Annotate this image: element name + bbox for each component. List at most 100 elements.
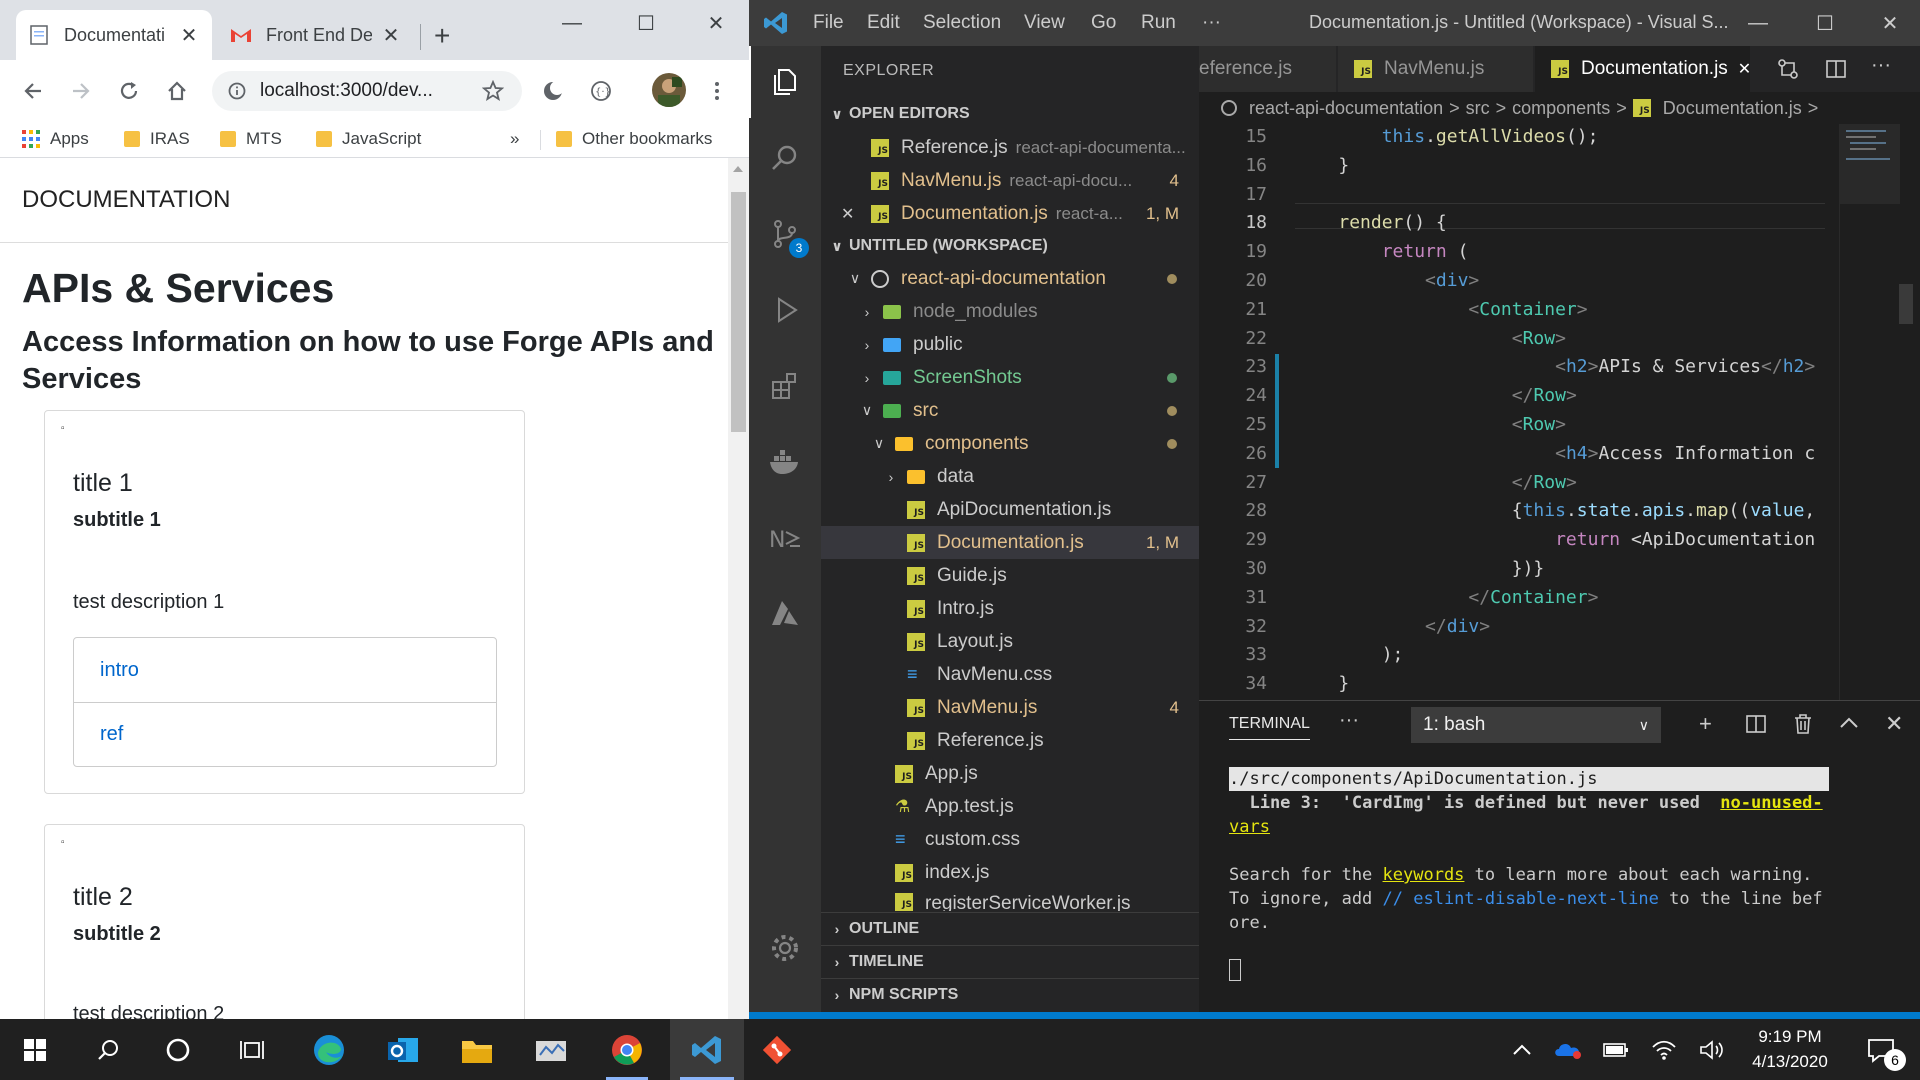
breadcrumb-item[interactable]: Documentation.js <box>1663 98 1802 119</box>
tree-root-folder[interactable]: ∨ react-api-documentation <box>821 262 1199 295</box>
close-panel-icon[interactable]: ✕ <box>1885 711 1903 737</box>
terminal-output[interactable]: ./src/components/ApiDocumentation.js Lin… <box>1229 767 1829 981</box>
address-bar[interactable]: localhost:3000/dev... <box>212 71 522 111</box>
tree-folder-components[interactable]: ∨ components <box>821 427 1199 460</box>
close-tab-icon[interactable]: ✕ <box>178 23 200 48</box>
volume-icon[interactable] <box>1694 1019 1730 1080</box>
extensions-icon[interactable] <box>749 350 821 422</box>
tree-file[interactable]: JS NavMenu.js 4 <box>821 691 1199 724</box>
git-app-icon[interactable] <box>746 1019 808 1080</box>
close-window-button[interactable]: ✕ <box>685 0 747 46</box>
bookmarks-overflow-button[interactable]: » <box>510 129 519 149</box>
page-scrollbar[interactable] <box>728 158 749 1019</box>
other-bookmarks[interactable]: Other bookmarks <box>556 129 712 149</box>
workspace-section[interactable]: ∨ UNTITLED (WORKSPACE) <box>821 230 1199 262</box>
chrome-tab-gmail[interactable]: Front End De ✕ <box>218 10 414 60</box>
close-icon[interactable]: ✕ <box>841 204 871 224</box>
task-view-icon[interactable] <box>222 1019 282 1080</box>
tree-file[interactable]: JS ApiDocumentation.js <box>821 493 1199 526</box>
tree-file[interactable]: JS Layout.js <box>821 625 1199 658</box>
new-terminal-icon[interactable]: + <box>1699 711 1712 737</box>
tree-file[interactable]: ≡ custom.css <box>821 823 1199 856</box>
tree-file[interactable]: JS index.js <box>821 856 1199 889</box>
tab-documentation[interactable]: JS Documentation.js ✕ <box>1535 46 1751 92</box>
app-icon[interactable] <box>520 1019 582 1080</box>
tab-navmenu[interactable]: JS NavMenu.js <box>1338 46 1534 92</box>
chevron-up-icon[interactable] <box>1504 1019 1540 1080</box>
intro-link[interactable]: intro <box>74 638 496 702</box>
new-tab-button[interactable]: + <box>434 22 450 50</box>
tree-file[interactable]: JS Reference.js <box>821 724 1199 757</box>
explorer-icon[interactable] <box>749 46 821 118</box>
cortana-icon[interactable] <box>148 1019 208 1080</box>
tree-folder-screenshots[interactable]: › ScreenShots <box>821 361 1199 394</box>
source-control-icon[interactable]: 3 <box>749 198 821 270</box>
nx-console-icon[interactable]: N <box>749 502 821 574</box>
tree-file[interactable]: JS App.js <box>821 757 1199 790</box>
battery-icon[interactable] <box>1598 1019 1634 1080</box>
notifications-icon[interactable]: 6 <box>1856 1019 1906 1080</box>
minimize-button[interactable]: — <box>1727 0 1789 46</box>
extension-icon[interactable]: {·} <box>586 76 616 106</box>
run-debug-icon[interactable] <box>749 274 821 346</box>
menu-selection[interactable]: Selection <box>923 12 1001 34</box>
docker-icon[interactable] <box>749 426 821 498</box>
bookmark-javascript[interactable]: JavaScript <box>316 129 421 149</box>
breadcrumb-item[interactable]: src <box>1466 98 1490 119</box>
outline-section[interactable]: › OUTLINE <box>821 912 1199 944</box>
settings-gear-icon[interactable] <box>749 912 821 984</box>
tree-folder-public[interactable]: › public <box>821 328 1199 361</box>
open-editor-item[interactable]: JS Reference.js react-api-documenta... <box>821 131 1199 164</box>
menu-go[interactable]: Go <box>1091 12 1116 34</box>
tree-file[interactable]: ⚗ App.test.js <box>821 790 1199 823</box>
bookmark-star-icon[interactable] <box>478 76 508 106</box>
close-window-button[interactable]: ✕ <box>1859 0 1920 46</box>
outlook-icon[interactable] <box>372 1019 434 1080</box>
clock[interactable]: 9:19 PM 4/13/2020 <box>1740 1024 1840 1074</box>
open-changes-icon[interactable] <box>1777 58 1799 80</box>
timeline-section[interactable]: › TIMELINE <box>821 945 1199 977</box>
windows-start-icon[interactable] <box>0 1019 70 1080</box>
bookmark-iras[interactable]: IRAS <box>124 129 190 149</box>
chrome-taskbar-icon[interactable] <box>596 1019 658 1080</box>
menu-run[interactable]: Run <box>1141 12 1176 34</box>
search-icon[interactable] <box>78 1019 138 1080</box>
file-explorer-icon[interactable] <box>446 1019 508 1080</box>
open-editors-section[interactable]: ∨ OPEN EDITORS <box>821 98 1199 130</box>
profile-avatar[interactable] <box>652 73 686 107</box>
close-tab-icon[interactable]: ✕ <box>1738 59 1751 79</box>
editor-scrollbar-thumb[interactable] <box>1899 284 1913 324</box>
home-icon[interactable] <box>162 76 192 106</box>
more-actions-icon[interactable]: ··· <box>1871 54 1891 77</box>
vscode-taskbar-icon[interactable] <box>670 1019 744 1080</box>
open-editor-item[interactable]: ✕ JS Documentation.js react-a... 1, M <box>821 197 1199 230</box>
chrome-tab-documentation[interactable]: Documentati ✕ <box>16 10 212 60</box>
split-editor-icon[interactable] <box>1825 58 1847 80</box>
azure-icon[interactable] <box>749 578 821 650</box>
menu-edit[interactable]: Edit <box>867 12 900 34</box>
scrollbar-thumb[interactable] <box>731 192 746 432</box>
maximize-button[interactable]: ☐ <box>1794 0 1856 46</box>
trash-icon[interactable] <box>1793 713 1813 735</box>
back-icon[interactable] <box>18 76 48 106</box>
wifi-icon[interactable] <box>1646 1019 1682 1080</box>
panel-more-icon[interactable]: ··· <box>1339 709 1359 732</box>
tree-file[interactable]: JS Intro.js <box>821 592 1199 625</box>
search-icon[interactable] <box>749 122 821 194</box>
terminal-tab[interactable]: TERMINAL <box>1229 715 1310 740</box>
info-icon[interactable] <box>228 82 246 100</box>
open-editor-item[interactable]: JS NavMenu.js react-api-docu... 4 <box>821 164 1199 197</box>
maximize-panel-icon[interactable] <box>1839 715 1859 729</box>
chrome-menu-icon[interactable] <box>702 76 732 106</box>
ref-link[interactable]: ref <box>74 702 496 766</box>
npm-scripts-section[interactable]: › NPM SCRIPTS <box>821 978 1199 1010</box>
onedrive-icon[interactable] <box>1550 1019 1586 1080</box>
menu-file[interactable]: File <box>813 12 844 34</box>
edge-icon[interactable] <box>298 1019 360 1080</box>
breadcrumb-item[interactable]: components <box>1512 98 1610 119</box>
breadcrumb-item[interactable]: react-api-documentation <box>1249 98 1443 119</box>
menu-more[interactable]: ··· <box>1202 12 1221 34</box>
tree-file-selected[interactable]: JS Documentation.js 1, M <box>821 526 1199 559</box>
close-tab-icon[interactable]: ✕ <box>380 23 402 48</box>
tree-folder-src[interactable]: ∨ src <box>821 394 1199 427</box>
